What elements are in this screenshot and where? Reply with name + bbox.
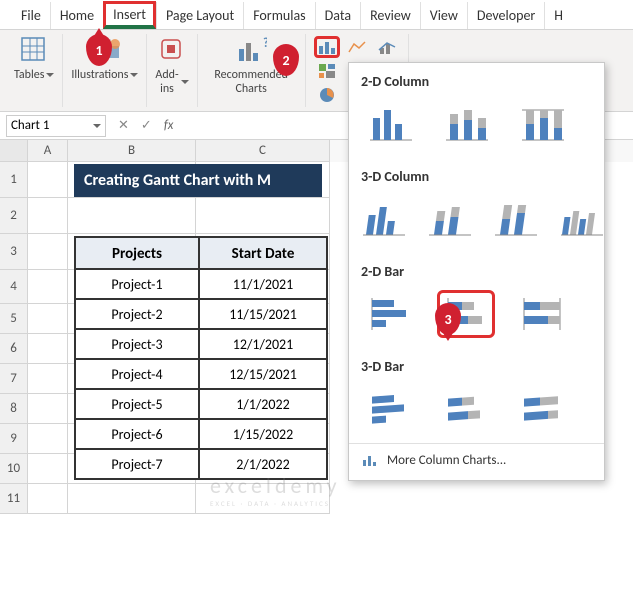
100-stacked-column-option[interactable] xyxy=(513,100,571,148)
tab-page-layout[interactable]: Page Layout xyxy=(156,2,243,29)
row-header[interactable]: 3 xyxy=(0,234,28,270)
tables-label: Tables xyxy=(14,68,44,82)
chevron-down-icon xyxy=(181,80,189,84)
cancel-formula-button[interactable]: ✕ xyxy=(112,118,135,133)
chevron-down-icon[interactable] xyxy=(93,124,101,128)
more-column-charts-button[interactable]: More Column Charts... xyxy=(349,443,604,476)
insert-hierarchy-chart-button[interactable] xyxy=(314,60,340,82)
table-row[interactable]: Project-72/1/2022 xyxy=(75,449,327,479)
3d-clustered-bar-option[interactable] xyxy=(361,385,419,433)
3d-100-stacked-column-option[interactable] xyxy=(493,195,541,243)
tab-home[interactable]: Home xyxy=(50,2,103,29)
illustrations-label: Illustrations xyxy=(71,68,128,82)
dd-section-3d-bar: 3-D Bar xyxy=(349,348,604,379)
row-header[interactable]: 1 xyxy=(0,162,28,198)
insert-pie-chart-button[interactable] xyxy=(314,84,340,106)
table-row[interactable]: Project-51/1/2022 xyxy=(75,389,327,419)
recommended-label: Recommended Charts xyxy=(214,68,288,96)
column-chart-dropdown: 2-D Column 3-D Column 2-D Bar xyxy=(348,62,605,481)
100-stacked-bar-option[interactable] xyxy=(513,290,571,338)
row-header[interactable]: 2 xyxy=(0,198,28,234)
3d-stacked-bar-option[interactable] xyxy=(437,385,495,433)
col-header-a[interactable]: A xyxy=(28,140,68,162)
insert-column-chart-button[interactable] xyxy=(314,36,340,58)
name-box[interactable]: Chart 1 xyxy=(6,115,106,137)
row-header[interactable]: 11 xyxy=(0,484,28,514)
stacked-column-option[interactable] xyxy=(437,100,495,148)
tab-file[interactable]: File xyxy=(12,2,50,29)
tab-review[interactable]: Review xyxy=(360,2,420,29)
table-header-startdate[interactable]: Start Date xyxy=(199,237,327,269)
confirm-formula-button[interactable]: ✓ xyxy=(135,118,158,133)
title-banner: Creating Gantt Chart with M xyxy=(74,164,322,197)
3d-100-stacked-bar-option[interactable] xyxy=(513,385,571,433)
more-column-charts-label: More Column Charts... xyxy=(387,453,506,468)
addins-icon xyxy=(156,34,188,66)
row-header[interactable]: 10 xyxy=(0,454,28,484)
tab-developer[interactable]: Developer xyxy=(467,2,544,29)
dd-section-3d-column: 3-D Column xyxy=(349,158,604,189)
svg-text:?: ? xyxy=(263,36,267,51)
table-row[interactable]: Project-312/1/2021 xyxy=(75,329,327,359)
fx-label[interactable]: fx xyxy=(158,118,180,133)
data-table: Projects Start Date Project-111/1/2021 P… xyxy=(74,236,328,480)
column-chart-icon xyxy=(361,452,379,468)
dd-section-2d-bar: 2-D Bar xyxy=(349,253,604,284)
recommended-charts-icon: ? xyxy=(235,34,267,66)
table-row[interactable]: Project-211/15/2021 xyxy=(75,299,327,329)
3d-clustered-column-option[interactable] xyxy=(361,195,409,243)
clustered-bar-option[interactable] xyxy=(361,290,419,338)
name-box-value: Chart 1 xyxy=(11,118,49,133)
table-row[interactable]: Project-111/1/2021 xyxy=(75,269,327,299)
row-header[interactable]: 4 xyxy=(0,270,28,304)
chevron-down-icon xyxy=(46,73,54,77)
tab-formulas[interactable]: Formulas xyxy=(243,2,314,29)
row-header[interactable]: 8 xyxy=(0,394,28,424)
table-header-projects[interactable]: Projects xyxy=(75,237,199,269)
insert-line-chart-button[interactable] xyxy=(344,36,370,58)
3d-column-option[interactable] xyxy=(559,195,607,243)
group-tables[interactable]: Tables xyxy=(6,34,63,107)
insert-combo-chart-button[interactable] xyxy=(374,36,400,58)
table-row[interactable]: Project-412/15/2021 xyxy=(75,359,327,389)
tab-view[interactable]: View xyxy=(420,2,467,29)
dd-section-2d-column: 2-D Column xyxy=(349,63,604,94)
group-addins[interactable]: Add- ins xyxy=(147,34,197,107)
select-all-corner[interactable] xyxy=(0,140,28,162)
ribbon-tabs: File Home Insert Page Layout Formulas Da… xyxy=(0,0,633,30)
tables-icon xyxy=(18,34,50,66)
tab-insert[interactable]: Insert xyxy=(103,1,156,29)
col-header-c[interactable]: C xyxy=(196,140,330,162)
row-header[interactable]: 7 xyxy=(0,364,28,394)
table-row[interactable]: Project-61/15/2022 xyxy=(75,419,327,449)
chevron-down-icon xyxy=(130,73,138,77)
row-header[interactable]: 6 xyxy=(0,334,28,364)
tab-truncated[interactable]: H xyxy=(544,2,572,29)
tab-data[interactable]: Data xyxy=(315,2,360,29)
row-header[interactable]: 9 xyxy=(0,424,28,454)
clustered-column-option[interactable] xyxy=(361,100,419,148)
3d-stacked-column-option[interactable] xyxy=(427,195,475,243)
col-header-b[interactable]: B xyxy=(68,140,196,162)
row-header[interactable]: 5 xyxy=(0,304,28,334)
addins-label: Add- ins xyxy=(155,68,178,96)
